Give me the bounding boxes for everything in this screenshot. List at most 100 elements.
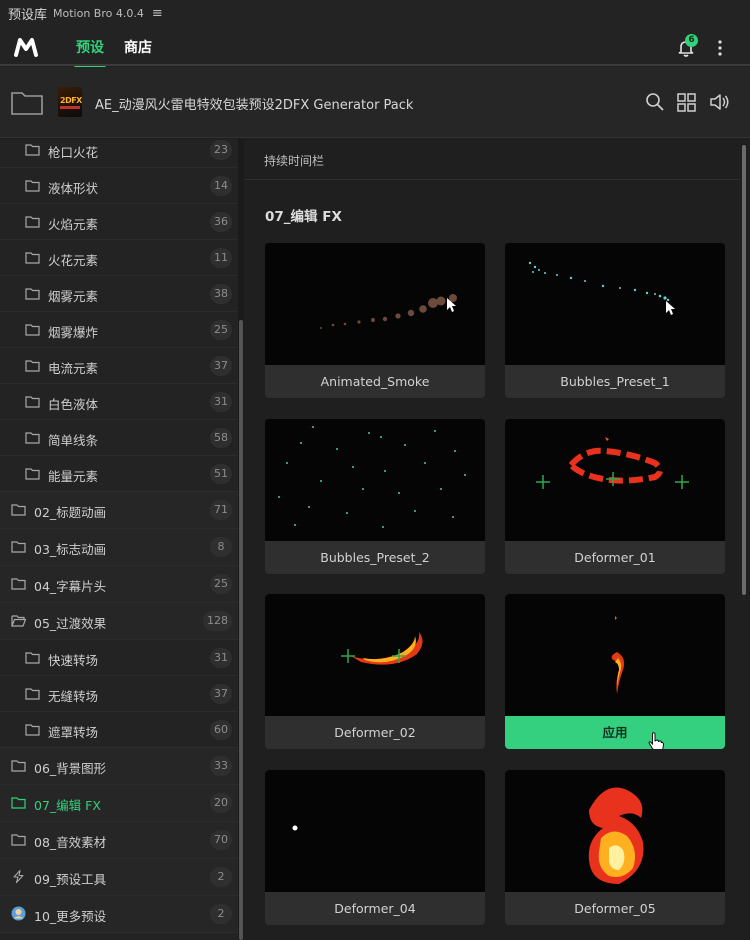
sidebar-item-label: 02_标题动画 <box>34 505 107 520</box>
sidebar-item-label: 10_更多预设 <box>34 909 107 924</box>
pack-title: AE_动漫风火雷电特效包装预设2DFX Generator Pack <box>95 98 414 113</box>
folder-icon <box>25 432 40 444</box>
preset-card[interactable]: Deformer_02 <box>265 594 485 749</box>
preset-name: Deformer_05 <box>505 892 725 925</box>
folder-open-icon <box>11 615 26 627</box>
sidebar-item[interactable]: 10_更多预设 2 <box>0 896 238 933</box>
preset-card[interactable]: Bubbles_Preset_1 <box>505 243 725 398</box>
sidebar-item[interactable]: 液体形状 14 <box>0 168 238 204</box>
menu-icon[interactable]: ≡ <box>152 6 163 21</box>
sidebar-item-count: 58 <box>210 428 232 448</box>
sidebar-item-count: 70 <box>210 830 232 850</box>
sidebar-item-label: 05_过渡效果 <box>34 616 107 631</box>
preset-thumbnail <box>505 419 725 541</box>
sidebar-item-count: 33 <box>210 756 232 776</box>
folder-icon <box>11 578 26 590</box>
search-icon[interactable] <box>644 91 666 113</box>
preset-thumbnail <box>505 594 725 716</box>
folder-icon <box>25 652 40 664</box>
sidebar-item[interactable]: 能量元素 51 <box>0 456 238 492</box>
sidebar-item[interactable]: 无缝转场 37 <box>0 676 238 712</box>
preset-thumbnail <box>265 243 485 365</box>
preset-name: Deformer_04 <box>265 892 485 925</box>
preset-name: Animated_Smoke <box>265 365 485 398</box>
sidebar-item[interactable]: 火焰元素 36 <box>0 204 238 240</box>
preset-card-hovered[interactable]: 应用 <box>505 594 725 749</box>
sidebar-item[interactable]: 02_标题动画 71 <box>0 492 238 529</box>
preset-card[interactable]: Deformer_01 <box>505 419 725 574</box>
more-vertical-icon[interactable] <box>713 38 727 58</box>
preset-card[interactable]: Bubbles_Preset_2 <box>265 419 485 574</box>
section-title: 07_编辑 FX <box>265 209 342 225</box>
top-navigation: 预设 商店 6 <box>0 26 750 69</box>
sidebar-item-label: 火焰元素 <box>48 217 99 232</box>
sidebar-item-label: 03_标志动画 <box>34 542 107 557</box>
sidebar-item-count: 11 <box>210 248 232 268</box>
sidebar-item-label: 无缝转场 <box>48 689 99 704</box>
sidebar-item[interactable]: 09_预设工具 2 <box>0 859 238 896</box>
folder-icon <box>25 252 40 264</box>
sidebar-item[interactable]: 枪口火花 23 <box>0 139 238 168</box>
pack-thumbnail[interactable]: 2DFX <box>58 87 82 117</box>
preset-thumbnail <box>505 770 725 892</box>
sidebar-item-label: 能量元素 <box>48 469 99 484</box>
content-scrollbar[interactable] <box>742 145 746 595</box>
sidebar-item-count: 71 <box>210 500 232 520</box>
sidebar-item-count: 51 <box>210 464 232 484</box>
folder-icon <box>25 688 40 700</box>
avatar-icon <box>11 906 26 921</box>
sidebar-item[interactable]: 08_音效素材 70 <box>0 822 238 859</box>
sidebar-item-count: 8 <box>210 537 232 557</box>
sidebar-item-count: 14 <box>210 176 232 196</box>
sidebar-item-label: 液体形状 <box>48 181 99 196</box>
tab-store[interactable]: 商店 <box>124 37 152 57</box>
preset-card[interactable]: Deformer_05 <box>505 770 725 925</box>
tab-presets[interactable]: 预设 <box>74 37 106 69</box>
preset-card[interactable]: Animated_Smoke <box>265 243 485 398</box>
folder-icon <box>25 324 40 336</box>
sidebar-item[interactable]: 电流元素 37 <box>0 348 238 384</box>
sidebar-item[interactable]: 遮罩转场 60 <box>0 712 238 748</box>
sidebar-item-label: 08_音效素材 <box>34 835 107 850</box>
sidebar-item[interactable]: 06_背景图形 33 <box>0 748 238 785</box>
preset-name: Bubbles_Preset_1 <box>505 365 725 398</box>
sidebar-item-count: 2 <box>210 867 232 887</box>
cursor-icon <box>648 732 664 749</box>
preset-content: 持续时间栏 07_编辑 FX Animated_Smoke Bubbles_Pr… <box>244 139 750 940</box>
sidebar-item[interactable]: 快速转场 31 <box>0 640 238 676</box>
apply-button[interactable]: 应用 <box>505 716 725 749</box>
sidebar-item[interactable]: 05_过渡效果 128 <box>0 603 238 640</box>
folder-icon <box>25 396 40 408</box>
volume-icon[interactable] <box>709 91 731 113</box>
sidebar-scrollbar[interactable] <box>239 320 243 940</box>
folder-icon <box>11 760 26 772</box>
sidebar-item[interactable]: 白色液体 31 <box>0 384 238 420</box>
folder-icon <box>25 468 40 480</box>
sidebar-item-count: 38 <box>210 284 232 304</box>
sidebar-item-label: 烟雾爆炸 <box>48 325 99 340</box>
sidebar-item-active[interactable]: 07_编辑 FX 20 <box>0 785 238 822</box>
sidebar-item-count: 128 <box>203 611 232 631</box>
preset-name: Deformer_01 <box>505 541 725 574</box>
breadcrumb-label[interactable]: 持续时间栏 <box>264 152 324 169</box>
preset-thumbnail <box>265 419 485 541</box>
preset-card[interactable]: Deformer_04 <box>265 770 485 925</box>
sidebar-item[interactable]: 烟雾爆炸 25 <box>0 312 238 348</box>
sidebar-item-count: 36 <box>210 212 232 232</box>
folder-icon <box>25 144 40 156</box>
sidebar-item-count: 2 <box>210 904 232 924</box>
sidebar-item[interactable]: 简单线条 58 <box>0 420 238 456</box>
folder-icon <box>11 541 26 553</box>
folder-icon <box>25 360 40 372</box>
sidebar-item[interactable]: 火花元素 11 <box>0 240 238 276</box>
sidebar-item-label: 白色液体 <box>48 397 99 412</box>
sidebar-item-count: 60 <box>210 720 232 740</box>
sidebar-item[interactable]: 烟雾元素 38 <box>0 276 238 312</box>
motion-bro-logo[interactable] <box>14 36 38 58</box>
folder-icon[interactable] <box>11 89 43 115</box>
sidebar-item[interactable]: 04_字幕片头 25 <box>0 566 238 603</box>
folder-icon <box>25 216 40 228</box>
grid-view-icon[interactable] <box>676 91 698 113</box>
sidebar-item-count: 23 <box>210 140 232 160</box>
sidebar-item[interactable]: 03_标志动画 8 <box>0 529 238 566</box>
